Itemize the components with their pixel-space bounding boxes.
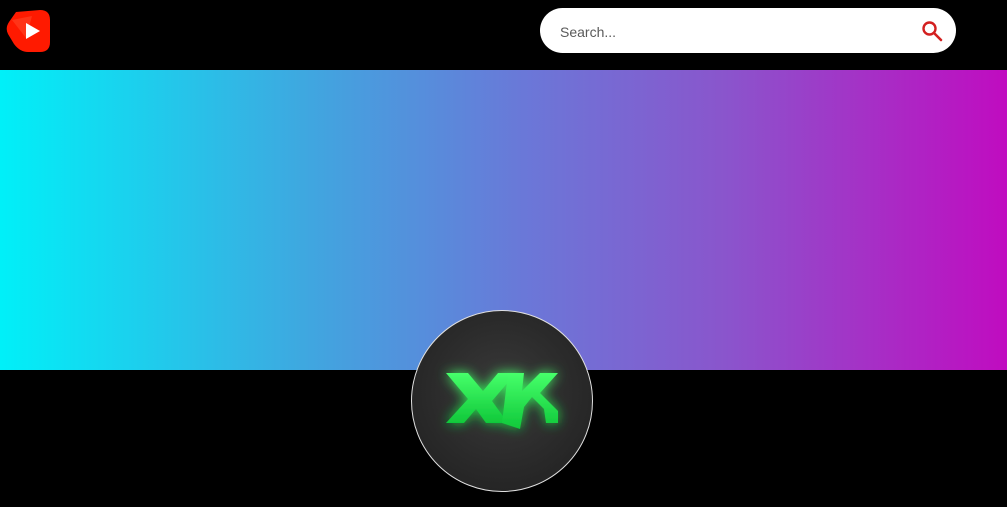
- search-box: [540, 8, 956, 55]
- xk-logo-icon: [446, 373, 558, 429]
- play-logo-icon[interactable]: [6, 8, 52, 54]
- channel-avatar[interactable]: [411, 310, 593, 492]
- search-input[interactable]: [558, 8, 902, 55]
- channel-page: [0, 0, 1007, 507]
- top-bar: [0, 0, 1007, 70]
- search-icon[interactable]: [920, 19, 944, 43]
